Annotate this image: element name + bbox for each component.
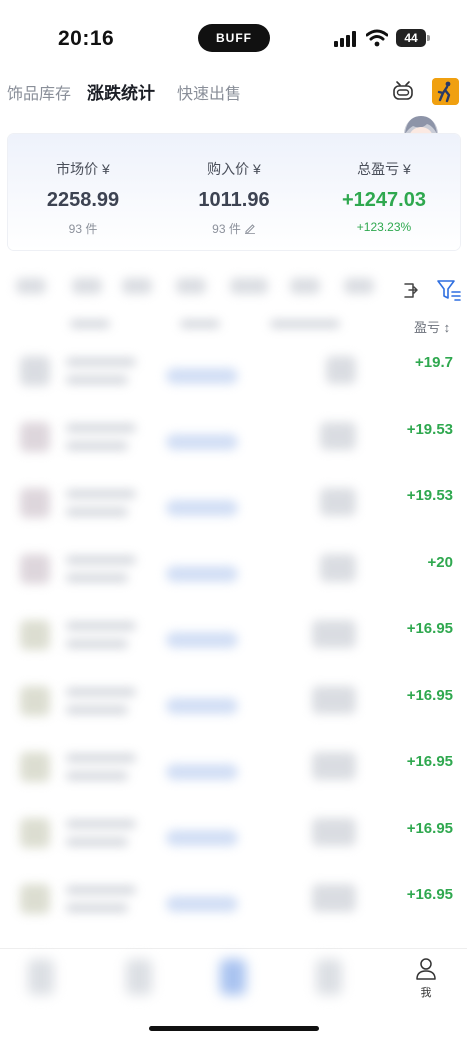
total-profit-percent: +123.23% (356, 220, 412, 234)
cellular-signal-icon (334, 31, 356, 47)
table-row-profit: +16.95 (406, 820, 453, 837)
blurred-tab-items (0, 949, 408, 1009)
tab-inventory[interactable]: 饰品库存 (7, 80, 71, 104)
game-icon[interactable] (432, 78, 459, 105)
purchase-price-stat: 购入价 ¥ 1011.96 93 件 (159, 134, 309, 237)
profit-column-sort-header[interactable]: 盈亏 ↕ (414, 317, 450, 336)
table-row-profit: +19.7 (415, 354, 453, 371)
table-row-profit: +16.95 (406, 687, 453, 704)
tab-me[interactable]: 我 (410, 957, 442, 1005)
wifi-icon (366, 29, 388, 47)
blurred-list-content (0, 258, 408, 948)
table-row-profit: +19.53 (406, 421, 453, 438)
status-bar: 20:16 BUFF 44 (0, 0, 467, 78)
purchase-item-count-row[interactable]: 93 件 (159, 220, 309, 237)
edit-icon[interactable] (244, 222, 256, 234)
market-price-stat: 市场价 ¥ 2258.99 93 件 (8, 134, 158, 237)
battery-indicator: 44 (396, 29, 430, 47)
battery-cap (427, 35, 430, 41)
robot-icon[interactable] (391, 79, 415, 103)
purchase-price-label: 购入价 ¥ (207, 161, 261, 177)
dynamic-island-logo: BUFF (198, 24, 270, 52)
tab-quick-sell[interactable]: 快速出售 (177, 80, 241, 104)
person-icon (416, 958, 436, 980)
summary-card: 市场价 ¥ 2258.99 93 件 购入价 ¥ 1011.96 93 件 总盈… (8, 134, 460, 250)
battery-level: 44 (396, 29, 426, 47)
tab-price-change-stats[interactable]: 涨跌统计 (87, 79, 155, 104)
table-row-profit: +20 (427, 554, 453, 571)
market-price-value: 2258.99 (46, 189, 120, 211)
purchase-item-count: 93 件 (212, 222, 241, 236)
market-price-label: 市场价 ¥ (56, 161, 110, 177)
market-item-count: 93 件 (68, 222, 98, 236)
clock: 20:16 (58, 27, 115, 50)
purchase-price-value: 1011.96 (198, 189, 270, 211)
total-profit-stat: 总盈亏 ¥ +1247.03 +123.23% (309, 134, 459, 234)
total-profit-value: +1247.03 (342, 189, 426, 211)
item-list (0, 258, 467, 948)
table-row-profit: +19.53 (406, 487, 453, 504)
table-row-profit: +16.95 (406, 620, 453, 637)
table-row-profit: +16.95 (406, 753, 453, 770)
tab-me-label: 我 (420, 987, 432, 999)
table-row-profit: +16.95 (406, 886, 453, 903)
total-profit-label: 总盈亏 ¥ (357, 161, 411, 177)
home-indicator (149, 1026, 319, 1031)
